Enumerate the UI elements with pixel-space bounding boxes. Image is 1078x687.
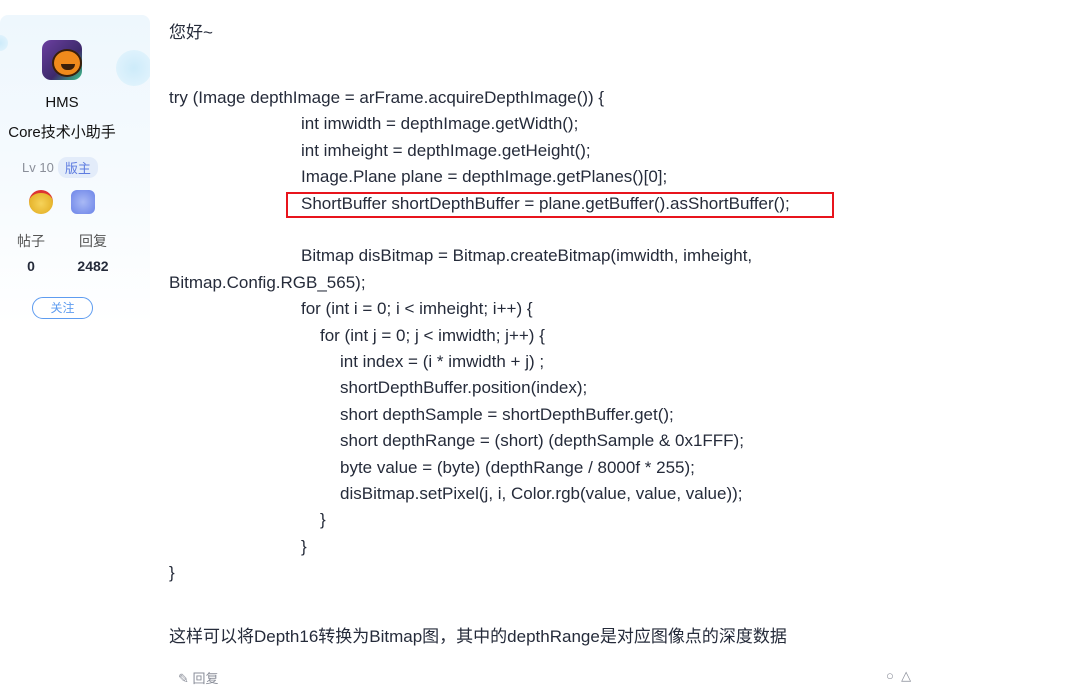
blue-hexagon-chat-badge-icon[interactable] [71,190,95,214]
code-line: Bitmap.Config.RGB_565); [169,272,366,292]
code-line: byte value = (byte) (depthRange / 8000f … [340,457,695,477]
code-line: int imwidth = depthImage.getWidth(); [301,114,579,134]
summary-text: 这样可以将Depth16转换为Bitmap图，其中的depthRange是对应图… [169,627,787,646]
more-icons[interactable]: ○ △ [886,668,911,684]
code-line: } [169,563,175,583]
replies-label: 回复 [79,233,107,249]
code-line: Image.Plane plane = depthImage.getPlanes… [301,167,668,187]
gold-medal-icon[interactable] [29,190,53,214]
code-line: short depthSample = shortDepthBuffer.get… [340,404,674,424]
role-badge: 版主 [57,157,98,178]
reply-label: 回复 [192,671,219,686]
code-line: shortDepthBuffer.position(index); [340,378,588,398]
greeting: 您好~ [169,23,213,42]
posts-value: 0 [27,258,35,274]
code-line: int index = (i * imwidth + j) ; [340,352,545,371]
posts-label: 帖子 [17,233,45,249]
author-name[interactable]: HMS [0,94,124,111]
code-line: } [320,510,326,530]
decor-bubble [0,35,8,51]
level-row: Lv 10 版主 [22,157,98,178]
code-line: for (int j = 0; j < imwidth; j++) { [320,325,545,345]
code-line: try (Image depthImage = arFrame.acquireD… [169,88,605,107]
decor-bubble [116,50,150,86]
replies-value: 2482 [77,258,109,274]
code-line: } [301,536,307,556]
pumpkin-icon [52,49,82,77]
code-line: short depthRange = (short) (depthSample … [340,431,744,451]
follow-button[interactable]: 关注 [32,297,93,319]
code-line: int imheight = depthImage.getHeight(); [301,140,591,160]
reply-icon: ✎ [178,671,193,686]
author-name-line2[interactable]: Core技术小助手 [0,121,124,142]
reply-button[interactable]: ✎ 回复 [178,668,219,687]
author-card: HMS Core技术小助手 Lv 10 版主 帖子 回复 0 2482 关注 [0,15,150,325]
code-line: disBitmap.setPixel(j, i, Color.rgb(value… [340,484,743,503]
highlight-box [286,192,834,218]
avatar[interactable] [42,40,82,80]
code-line: Bitmap disBitmap = Bitmap.createBitmap(i… [301,246,753,266]
code-line: for (int i = 0; i < imheight; i++) { [301,299,533,319]
level: Lv 10 [22,160,54,175]
